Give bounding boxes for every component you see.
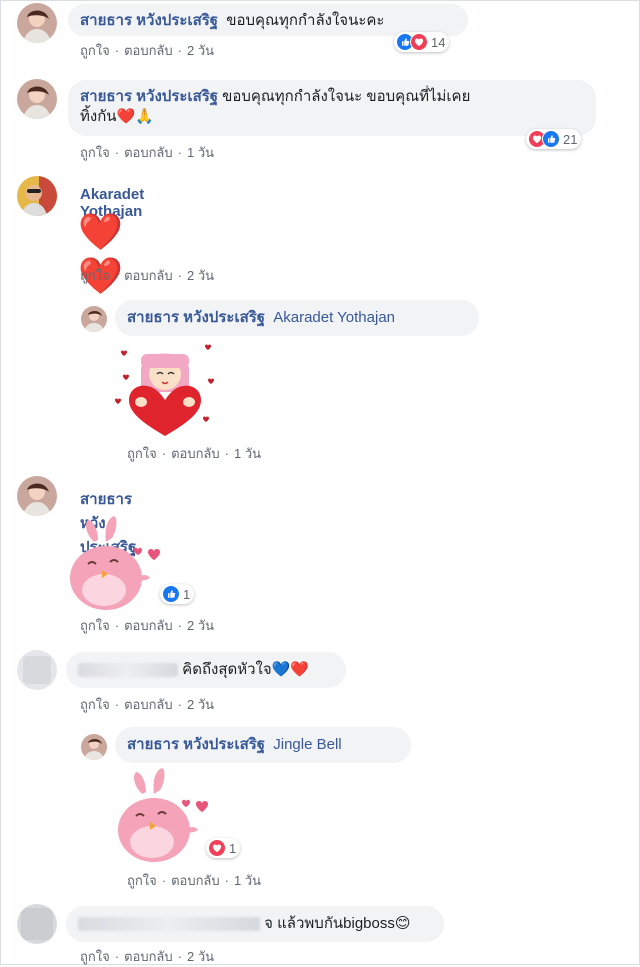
reaction-count: 21 [563, 131, 578, 147]
avatar[interactable] [81, 734, 107, 760]
comment-actions: ถูกใจ · ตอบกลับ · 2 วัน [80, 265, 214, 286]
comment-bubble: จ แล้วพบกันbigboss😊 [66, 906, 444, 942]
reply-link[interactable]: ตอบกลับ [124, 43, 173, 58]
separator: · [224, 873, 229, 888]
separator: · [177, 145, 182, 160]
timestamp[interactable]: 2 วัน [187, 949, 214, 964]
avatar[interactable] [17, 176, 57, 216]
avatar[interactable] [17, 3, 57, 43]
separator: · [177, 43, 182, 58]
timestamp[interactable]: 1 วัน [234, 873, 261, 888]
mention-link[interactable]: Jingle Bell [273, 736, 341, 753]
reaction-count: 1 [229, 840, 237, 856]
blurred-commenter-name [78, 917, 260, 932]
reply-link[interactable]: ตอบกลับ [124, 145, 173, 160]
like-link[interactable]: ถูกใจ [80, 43, 110, 58]
reply-link[interactable]: ตอบกลับ [171, 446, 220, 461]
reaction-summary[interactable]: 14 [394, 32, 450, 52]
like-reaction-icon [542, 130, 560, 148]
avatar[interactable] [81, 306, 107, 332]
reply-link[interactable]: ตอบกลับ [124, 697, 173, 712]
like-link[interactable]: ถูกใจ [80, 697, 110, 712]
avatar[interactable] [17, 79, 57, 119]
comment-text-line2: ทิ้งกัน❤️🙏 [80, 108, 154, 125]
reaction-count: 1 [183, 586, 191, 602]
commenter-name[interactable]: สายธาร หวังประเสริฐ [80, 88, 218, 105]
comment-text: คิดถึงสุดหัวใจ💙❤️ [182, 661, 310, 678]
separator: · [177, 268, 182, 283]
like-link[interactable]: ถูกใจ [80, 618, 110, 633]
reply-link[interactable]: ตอบกลับ [124, 949, 173, 964]
separator: · [114, 697, 120, 712]
girl-heart-sticker [111, 340, 221, 440]
avatar[interactable] [17, 476, 57, 516]
avatar[interactable] [17, 904, 57, 944]
love-reaction-icon [410, 33, 428, 51]
like-reaction-icon [162, 585, 180, 603]
timestamp[interactable]: 2 วัน [187, 268, 214, 283]
comment-actions: ถูกใจ · ตอบกลับ · 2 วัน [80, 40, 214, 61]
separator: · [114, 268, 120, 283]
commenter-name[interactable]: สายธาร หวังประเสริฐ [127, 309, 265, 326]
timestamp[interactable]: 1 วัน [234, 446, 261, 461]
like-link[interactable]: ถูกใจ [80, 145, 110, 160]
separator: · [161, 873, 167, 888]
comment-actions: ถูกใจ · ตอบกลับ · 2 วัน [80, 615, 214, 636]
reaction-summary[interactable]: 21 [526, 129, 582, 149]
comment-actions: ถูกใจ · ตอบกลับ · 1 วัน [127, 443, 261, 464]
avatar[interactable] [17, 650, 57, 690]
comment-bubble: สายธาร หวังประเสริฐ Akaradet Yothajan [115, 300, 479, 336]
like-link[interactable]: ถูกใจ [127, 873, 157, 888]
separator: · [177, 949, 182, 964]
timestamp[interactable]: 2 วัน [187, 43, 214, 58]
mention-link[interactable]: Akaradet Yothajan [273, 309, 395, 326]
timestamp[interactable]: 1 วัน [187, 145, 214, 160]
commenter-name[interactable]: สายธาร หวังประเสริฐ [127, 736, 265, 753]
reaction-summary[interactable]: 1 [160, 584, 195, 604]
comment-actions: ถูกใจ · ตอบกลับ · 1 วัน [80, 142, 214, 163]
pink-bird-sticker [64, 512, 170, 612]
comment-actions: ถูกใจ · ตอบกลับ · 2 วัน [80, 694, 214, 715]
love-reaction-icon [208, 839, 226, 857]
separator: · [177, 697, 182, 712]
separator: · [114, 43, 120, 58]
comment-text-line1: ขอบคุณทุกกำลังใจนะ ขอบคุณที่ไม่เคย [222, 88, 471, 105]
commenter-name[interactable]: สายธาร หวังประเสริฐ [80, 12, 218, 29]
reply-link[interactable]: ตอบกลับ [124, 268, 173, 283]
comment-text: ขอบคุณทุกกำลังใจนะคะ [226, 12, 385, 29]
separator: · [114, 949, 120, 964]
separator: · [224, 446, 229, 461]
reaction-summary[interactable]: 1 [206, 838, 241, 858]
comment-actions: ถูกใจ · ตอบกลับ · 2 วัน [80, 946, 214, 967]
comment-bubble: สายธาร หวังประเสริฐ Jingle Bell [115, 727, 411, 763]
separator: · [161, 446, 167, 461]
blurred-commenter-name [78, 663, 178, 678]
like-link[interactable]: ถูกใจ [127, 446, 157, 461]
separator: · [114, 145, 120, 160]
like-link[interactable]: ถูกใจ [80, 268, 110, 283]
reply-link[interactable]: ตอบกลับ [124, 618, 173, 633]
pink-bird-sticker [112, 764, 218, 864]
separator: · [177, 618, 182, 633]
separator: · [114, 618, 120, 633]
comment-bubble: คิดถึงสุดหัวใจ💙❤️ [66, 652, 346, 688]
timestamp[interactable]: 2 วัน [187, 618, 214, 633]
comment-text: จ แล้วพบกันbigboss😊 [264, 915, 411, 932]
comment-bubble: สายธาร หวังประเสริฐ ขอบคุณทุกกำลังใจนะ ขอ… [68, 80, 596, 136]
like-link[interactable]: ถูกใจ [80, 949, 110, 964]
reply-link[interactable]: ตอบกลับ [171, 873, 220, 888]
comment-actions: ถูกใจ · ตอบกลับ · 1 วัน [127, 870, 261, 891]
timestamp[interactable]: 2 วัน [187, 697, 214, 712]
reaction-count: 14 [431, 34, 446, 50]
